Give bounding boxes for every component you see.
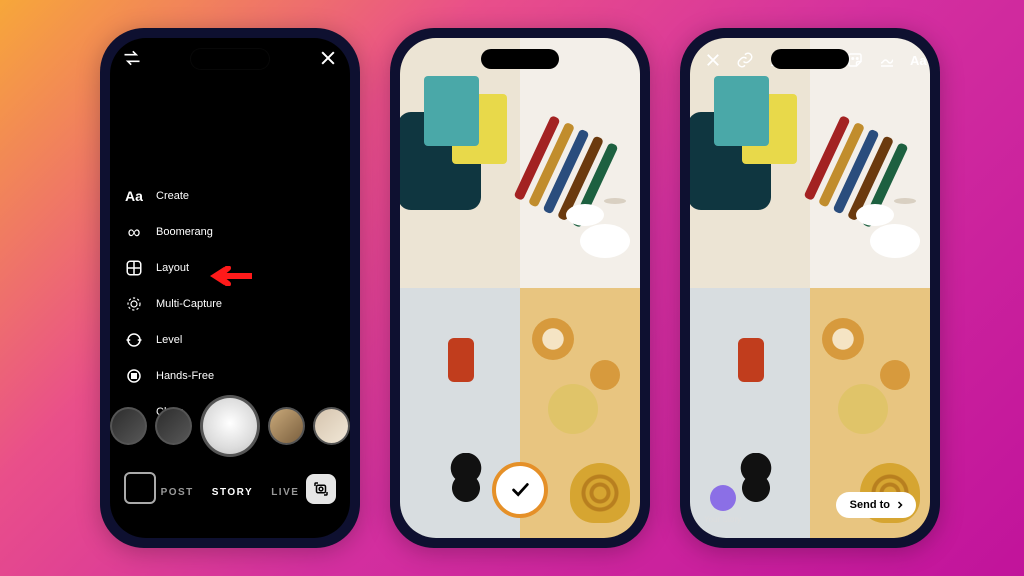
tool-label: Create bbox=[156, 190, 189, 202]
mode-thumb[interactable] bbox=[155, 407, 192, 445]
tool-label: Layout bbox=[156, 262, 189, 274]
mode-thumb[interactable] bbox=[110, 407, 147, 445]
tool-level[interactable]: Level bbox=[124, 330, 222, 350]
shutter-button[interactable] bbox=[200, 395, 260, 457]
tool-label: Hands-Free bbox=[156, 370, 214, 382]
tool-multi-capture[interactable]: Multi-Capture bbox=[124, 294, 222, 314]
record-icon bbox=[124, 366, 144, 386]
confirm-layout-button[interactable] bbox=[492, 462, 548, 518]
tool-label: Level bbox=[156, 334, 182, 346]
your-story-label: Your Story bbox=[704, 515, 741, 524]
multi-capture-icon bbox=[124, 294, 144, 314]
your-story-button[interactable]: Your Story bbox=[704, 485, 741, 524]
level-icon bbox=[124, 330, 144, 350]
tab-live[interactable]: LIVE bbox=[271, 487, 299, 498]
tool-label: Boomerang bbox=[156, 226, 213, 238]
close-icon[interactable] bbox=[318, 48, 338, 73]
callout-arrow bbox=[208, 266, 252, 286]
story-preview bbox=[690, 38, 930, 538]
flip-camera-button[interactable] bbox=[306, 474, 336, 504]
text-aa-icon[interactable]: Aa bbox=[910, 50, 927, 70]
layout-grid-icon bbox=[124, 258, 144, 278]
settings-swap-icon[interactable] bbox=[122, 48, 142, 73]
mode-thumb[interactable] bbox=[268, 407, 305, 445]
tool-label: Multi-Capture bbox=[156, 298, 222, 310]
close-icon[interactable] bbox=[704, 50, 722, 70]
tool-boomerang[interactable]: ∞ Boomerang bbox=[124, 222, 222, 242]
tool-create[interactable]: Aa Create bbox=[124, 186, 222, 206]
infinity-icon: ∞ bbox=[124, 222, 144, 242]
mode-thumb[interactable] bbox=[313, 407, 350, 445]
send-to-label: Send to bbox=[850, 499, 890, 511]
tab-post[interactable]: POST bbox=[161, 487, 194, 498]
send-to-button[interactable]: Send to bbox=[836, 492, 916, 518]
link-icon[interactable] bbox=[736, 50, 754, 70]
your-story-avatar bbox=[710, 485, 736, 511]
draw-icon[interactable] bbox=[878, 50, 896, 70]
tool-hands-free[interactable]: Hands-Free bbox=[124, 366, 222, 386]
tab-story[interactable]: STORY bbox=[212, 487, 253, 498]
text-aa-icon: Aa bbox=[124, 186, 144, 206]
